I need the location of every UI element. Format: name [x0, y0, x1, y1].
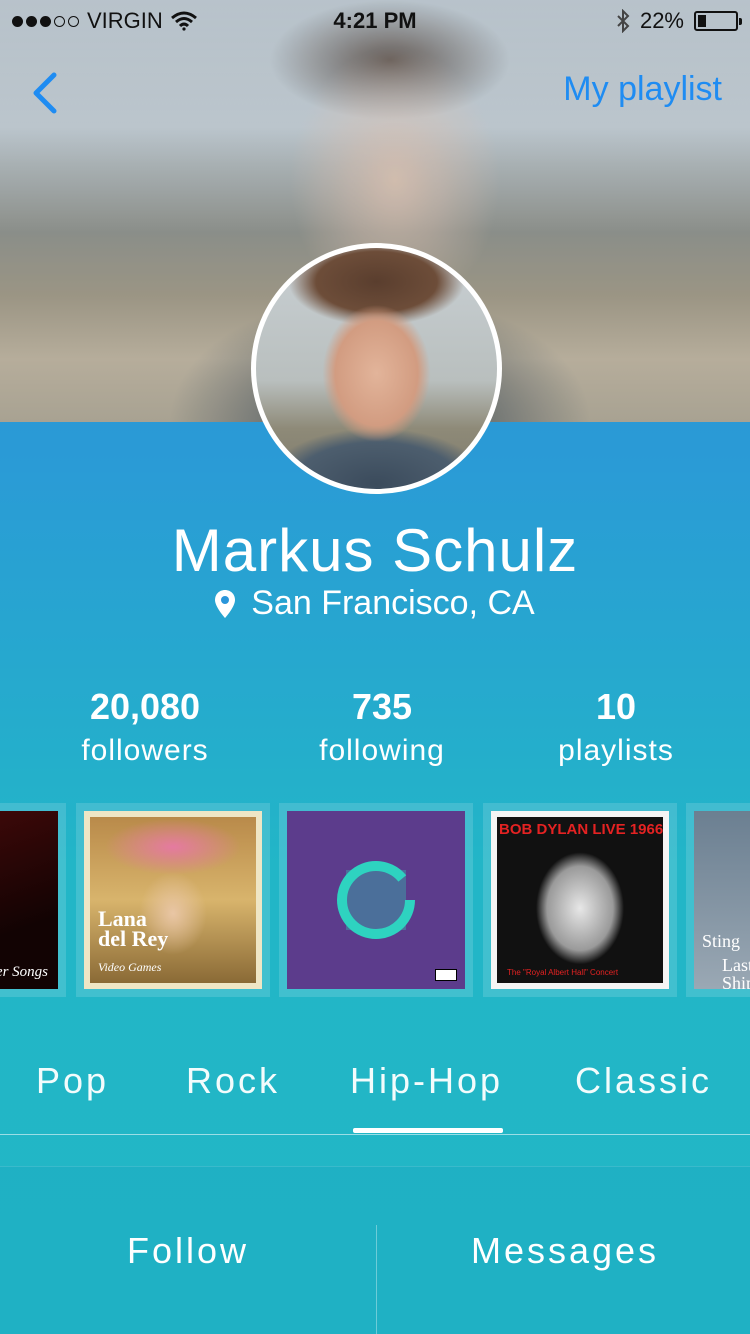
circular-logo-icon: [337, 861, 415, 939]
tab-hip-hop[interactable]: Hip-Hop: [350, 1060, 503, 1102]
stat-value: 10: [595, 686, 637, 727]
album-subtitle: Video Games: [98, 960, 162, 974]
album-card-1[interactable]: Lana del Rey Video Games: [76, 803, 270, 997]
battery-icon: [694, 11, 742, 31]
album-card-0[interactable]: Cover Songs: [0, 803, 66, 997]
album-art: BOB DYLAN LIVE 1966 The "Royal Albert Ha…: [491, 811, 669, 989]
profile-location: San Francisco, CA: [0, 584, 750, 623]
album-title: Lana del Rey: [98, 906, 169, 951]
album-caption: Cover Songs: [0, 964, 48, 980]
stat-label: following: [319, 734, 445, 767]
follow-button[interactable]: Follow: [0, 1167, 376, 1334]
divider: [0, 1134, 750, 1135]
explicit-badge: [435, 969, 457, 981]
stat-playlists[interactable]: 10 playlists: [506, 686, 726, 768]
status-right: 22%: [616, 8, 742, 34]
back-button[interactable]: [24, 68, 64, 118]
messages-button[interactable]: Messages: [377, 1167, 750, 1334]
tab-classic[interactable]: Classic: [575, 1060, 712, 1102]
album-card-4[interactable]: Sting Last Ship: [686, 803, 750, 997]
album-title: BOB DYLAN LIVE 1966: [499, 821, 664, 838]
album-subtitle: The "Royal Albert Hall" Concert: [507, 968, 619, 977]
profile-name: Markus Schulz: [171, 517, 579, 584]
status-bar: VIRGIN 4:21 PM 22%: [0, 0, 750, 40]
album-title: Sting: [702, 931, 741, 951]
profile-stats: 20,080 followers 735 following 10 playli…: [0, 686, 750, 776]
stat-following[interactable]: 735 following: [272, 686, 492, 768]
battery-percent: 22%: [639, 8, 684, 33]
my-playlist-link[interactable]: My playlist: [563, 70, 722, 109]
genre-tabs: Pop Rock Hip-Hop Classic: [0, 1050, 750, 1134]
album-card-3[interactable]: BOB DYLAN LIVE 1966 The "Royal Albert Ha…: [483, 803, 677, 997]
map-pin-icon: [215, 589, 236, 618]
battery-fill: [698, 15, 706, 27]
album-art: Sting Last Ship: [694, 811, 750, 989]
stat-value: 20,080: [89, 686, 201, 727]
album-art: Cover Songs: [0, 811, 58, 989]
location-text: San Francisco, CA: [251, 584, 535, 622]
tab-pop[interactable]: Pop: [36, 1060, 109, 1102]
avatar-photo: [256, 248, 497, 489]
stat-value: 735: [351, 686, 413, 727]
album-art: Lana del Rey Video Games: [84, 811, 262, 989]
bluetooth-icon: [617, 9, 630, 33]
action-bar: Follow Messages: [0, 1166, 750, 1334]
stat-label: followers: [81, 734, 209, 767]
chevron-left-icon: [33, 72, 57, 114]
album-card-2[interactable]: [279, 803, 473, 997]
avatar[interactable]: [251, 243, 502, 494]
tab-indicator: [353, 1128, 503, 1133]
stat-followers[interactable]: 20,080 followers: [35, 686, 255, 768]
tab-rock[interactable]: Rock: [186, 1060, 280, 1102]
album-art: [287, 811, 465, 989]
album-subtitle: Last Ship: [722, 955, 750, 989]
stat-label: playlists: [558, 734, 674, 767]
album-carousel[interactable]: Cover Songs Lana del Rey Video Games BOB…: [0, 803, 750, 997]
